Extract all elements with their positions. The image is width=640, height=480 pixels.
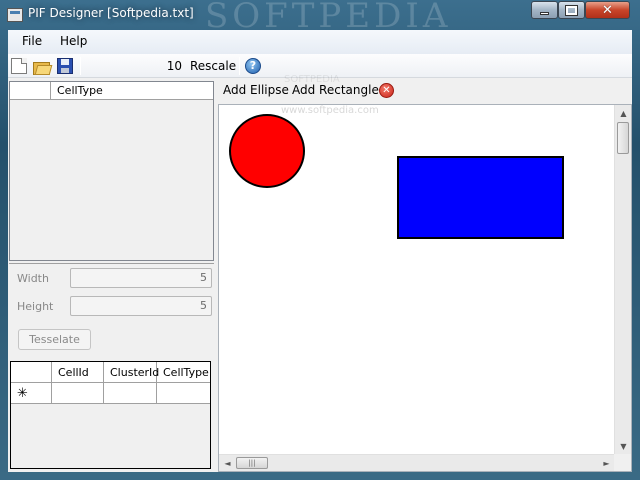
column-header-cellid[interactable]: CellId bbox=[52, 362, 104, 383]
minimize-icon bbox=[540, 11, 549, 15]
window-title: PIF Designer [Softpedia.txt] bbox=[28, 6, 194, 20]
horizontal-splitter[interactable] bbox=[9, 263, 214, 266]
add-ellipse-button[interactable]: Add Ellipse bbox=[223, 83, 289, 97]
toolbar-separator bbox=[239, 57, 240, 75]
width-field[interactable]: 5 bbox=[70, 268, 212, 288]
right-panel: SOFTPEDIA Add Ellipse Add Rectangle ✕ ww… bbox=[218, 74, 632, 472]
grid-header: CellType bbox=[10, 82, 213, 100]
drawing-canvas[interactable]: www.softpedia.com ▲ ▼ ◄ ||| ► bbox=[218, 104, 632, 472]
scrollbar-corner bbox=[614, 454, 631, 471]
close-icon: ✕ bbox=[602, 2, 613, 18]
scroll-down-icon[interactable]: ▼ bbox=[615, 438, 631, 455]
scroll-up-icon[interactable]: ▲ bbox=[615, 105, 631, 122]
maximize-button[interactable] bbox=[558, 1, 585, 19]
shape-toolbar: SOFTPEDIA Add Ellipse Add Rectangle ✕ bbox=[218, 74, 632, 103]
width-label: Width bbox=[17, 272, 49, 285]
scroll-thumb[interactable]: ||| bbox=[236, 457, 268, 469]
menu-bar: File Help bbox=[8, 30, 632, 54]
height-field[interactable]: 5 bbox=[70, 296, 212, 316]
table-row[interactable]: ✳ bbox=[11, 383, 210, 404]
row-header-cell bbox=[11, 362, 52, 383]
menu-file[interactable]: File bbox=[22, 34, 42, 48]
ellipse-shape[interactable] bbox=[229, 114, 305, 188]
menu-help[interactable]: Help bbox=[60, 34, 87, 48]
height-label: Height bbox=[17, 300, 54, 313]
save-disk-icon[interactable] bbox=[57, 58, 73, 74]
column-header-clusterid[interactable]: ClusterId bbox=[104, 362, 159, 383]
cell-clusterid[interactable] bbox=[104, 383, 157, 404]
delete-shape-icon[interactable]: ✕ bbox=[379, 83, 394, 98]
scroll-right-icon[interactable]: ► bbox=[598, 455, 615, 471]
add-rectangle-button[interactable]: Add Rectangle bbox=[292, 83, 379, 97]
cell-type-grid[interactable]: CellType bbox=[9, 81, 214, 261]
left-panel: CellType Width 5 Height 5 Tesselate Cell… bbox=[8, 78, 216, 472]
canvas-watermark: www.softpedia.com bbox=[281, 105, 379, 116]
column-header-celltype[interactable]: CellType bbox=[57, 84, 103, 97]
horizontal-scrollbar[interactable]: ◄ ||| ► bbox=[219, 454, 615, 471]
scale-value[interactable]: 10 bbox=[156, 59, 182, 73]
help-icon[interactable]: ? bbox=[245, 58, 261, 74]
scroll-thumb[interactable] bbox=[617, 122, 629, 154]
new-row-icon: ✳ bbox=[11, 383, 52, 404]
minimize-button[interactable] bbox=[531, 1, 558, 19]
grid-header: CellId ClusterId CellType bbox=[11, 362, 210, 383]
app-window: PIF Designer [Softpedia.txt] SOFTPEDIA ✕… bbox=[0, 0, 640, 480]
scroll-left-icon[interactable]: ◄ bbox=[219, 455, 236, 471]
vertical-scrollbar[interactable]: ▲ ▼ bbox=[614, 105, 631, 455]
client-area: File Help 10 Rescale ? CellType Width 5 bbox=[8, 30, 632, 472]
tesselate-button[interactable]: Tesselate bbox=[18, 329, 91, 350]
toolbar-separator bbox=[80, 57, 81, 75]
open-folder-icon[interactable] bbox=[33, 58, 50, 75]
app-icon bbox=[7, 8, 23, 22]
rectangle-shape[interactable] bbox=[397, 156, 564, 239]
close-button[interactable]: ✕ bbox=[585, 1, 630, 19]
row-header-cell bbox=[10, 82, 51, 99]
cells-grid[interactable]: CellId ClusterId CellType ✳ bbox=[10, 361, 211, 469]
new-file-icon[interactable] bbox=[11, 58, 27, 74]
rescale-button[interactable]: Rescale bbox=[190, 59, 236, 73]
cell-celltype[interactable] bbox=[157, 383, 210, 404]
cell-cellid[interactable] bbox=[52, 383, 104, 404]
title-bar[interactable]: PIF Designer [Softpedia.txt] SOFTPEDIA ✕ bbox=[0, 0, 640, 36]
column-header-celltype[interactable]: CellType bbox=[157, 362, 210, 383]
maximize-icon bbox=[565, 4, 578, 16]
